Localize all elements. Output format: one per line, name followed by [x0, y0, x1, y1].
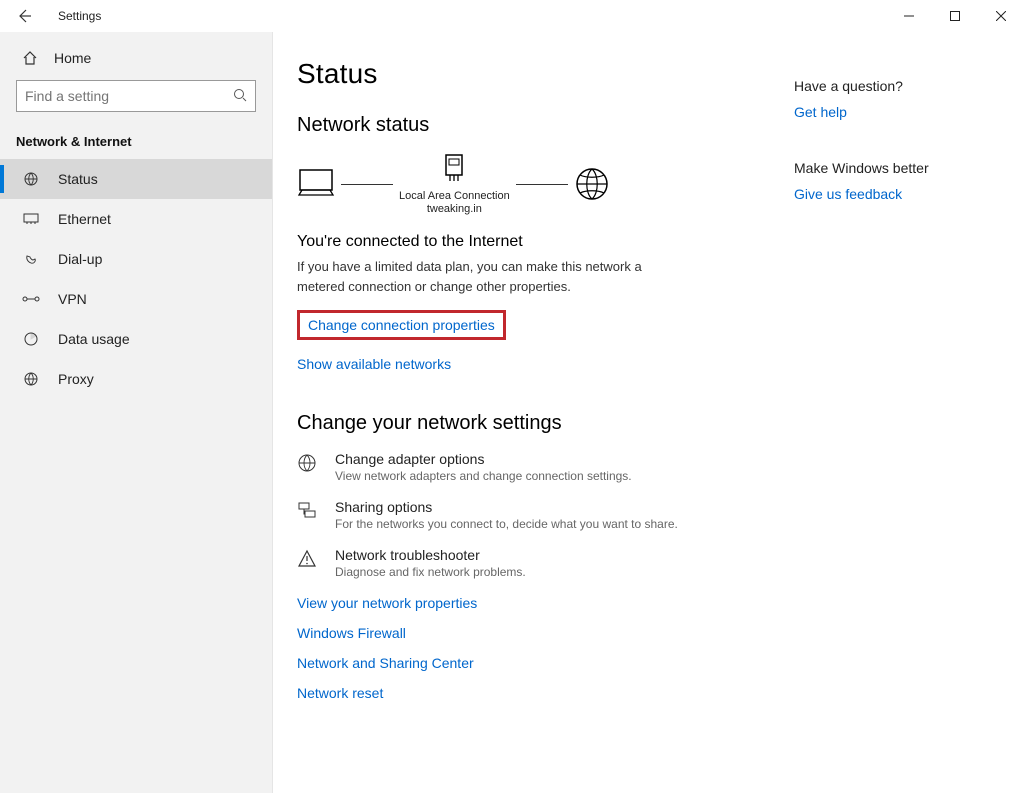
computer-icon: [297, 167, 335, 201]
vpn-icon: [22, 292, 40, 306]
adapter-options-icon: [297, 451, 319, 473]
diagram-line: [341, 184, 393, 185]
home-icon: [22, 50, 38, 66]
option-title: Change adapter options: [335, 451, 632, 467]
nav-label: Data usage: [58, 331, 130, 347]
diagram-line: [516, 184, 568, 185]
nav-datausage[interactable]: Data usage: [0, 319, 272, 359]
network-sharing-center-link[interactable]: Network and Sharing Center: [297, 655, 764, 671]
connection-name: Local Area Connection: [399, 189, 510, 203]
connected-desc: If you have a limited data plan, you can…: [297, 257, 657, 296]
page-title: Status: [297, 58, 764, 90]
option-title: Network troubleshooter: [335, 547, 526, 563]
window-title: Settings: [40, 9, 101, 23]
proxy-icon: [22, 371, 40, 387]
nav-label: Ethernet: [58, 211, 111, 227]
change-network-settings-heading: Change your network settings: [297, 412, 764, 435]
troubleshoot-icon: [297, 547, 319, 569]
nav-label: Dial-up: [58, 251, 102, 267]
minimize-button[interactable]: [886, 0, 932, 32]
search-input-wrap[interactable]: [16, 80, 256, 112]
sidebar: Home Network & Internet Status: [0, 32, 273, 793]
back-button[interactable]: [8, 8, 40, 24]
get-help-link[interactable]: Get help: [794, 104, 847, 120]
feedback-link[interactable]: Give us feedback: [794, 186, 902, 202]
option-adapter[interactable]: Change adapter options View network adap…: [297, 451, 764, 483]
nav-vpn[interactable]: VPN: [0, 279, 272, 319]
home-label: Home: [54, 50, 91, 66]
status-icon: [22, 171, 40, 187]
nav-ethernet[interactable]: Ethernet: [0, 199, 272, 239]
network-status-heading: Network status: [297, 114, 764, 137]
highlight-box: Change connection properties: [297, 310, 506, 340]
search-input[interactable]: [17, 81, 255, 111]
ethernet-icon: [22, 211, 40, 227]
aside: Have a question? Get help Make Windows b…: [794, 50, 994, 793]
connection-domain: tweaking.in: [427, 203, 482, 215]
nav-label: Status: [58, 171, 98, 187]
change-connection-properties-link[interactable]: Change connection properties: [308, 317, 495, 333]
option-desc: Diagnose and fix network problems.: [335, 565, 526, 579]
category-header: Network & Internet: [0, 124, 272, 159]
home-nav[interactable]: Home: [0, 38, 272, 80]
view-network-properties-link[interactable]: View your network properties: [297, 595, 764, 611]
windows-firewall-link[interactable]: Windows Firewall: [297, 625, 764, 641]
maximize-button[interactable]: [932, 0, 978, 32]
main-content: Status Network status Local Area Connect…: [297, 50, 764, 793]
option-title: Sharing options: [335, 499, 678, 515]
dialup-icon: [22, 251, 40, 267]
globe-icon: [574, 166, 610, 202]
aside-question: Make Windows better: [794, 160, 994, 176]
option-desc: View network adapters and change connect…: [335, 469, 632, 483]
connected-title: You're connected to the Internet: [297, 233, 764, 251]
option-troubleshooter[interactable]: Network troubleshooter Diagnose and fix …: [297, 547, 764, 579]
nav-label: VPN: [58, 291, 87, 307]
search-icon: [233, 88, 247, 102]
close-button[interactable]: [978, 0, 1024, 32]
adapter-icon: [440, 153, 468, 183]
network-reset-link[interactable]: Network reset: [297, 685, 764, 701]
nav-label: Proxy: [58, 371, 94, 387]
sharing-icon: [297, 499, 319, 521]
nav-proxy[interactable]: Proxy: [0, 359, 272, 399]
show-available-networks-link[interactable]: Show available networks: [297, 356, 764, 372]
nav-dialup[interactable]: Dial-up: [0, 239, 272, 279]
option-desc: For the networks you connect to, decide …: [335, 517, 678, 531]
option-sharing[interactable]: Sharing options For the networks you con…: [297, 499, 764, 531]
aside-question: Have a question?: [794, 78, 994, 94]
nav-status[interactable]: Status: [0, 159, 272, 199]
network-diagram: Local Area Connection tweaking.in: [297, 153, 764, 215]
datausage-icon: [22, 331, 40, 347]
